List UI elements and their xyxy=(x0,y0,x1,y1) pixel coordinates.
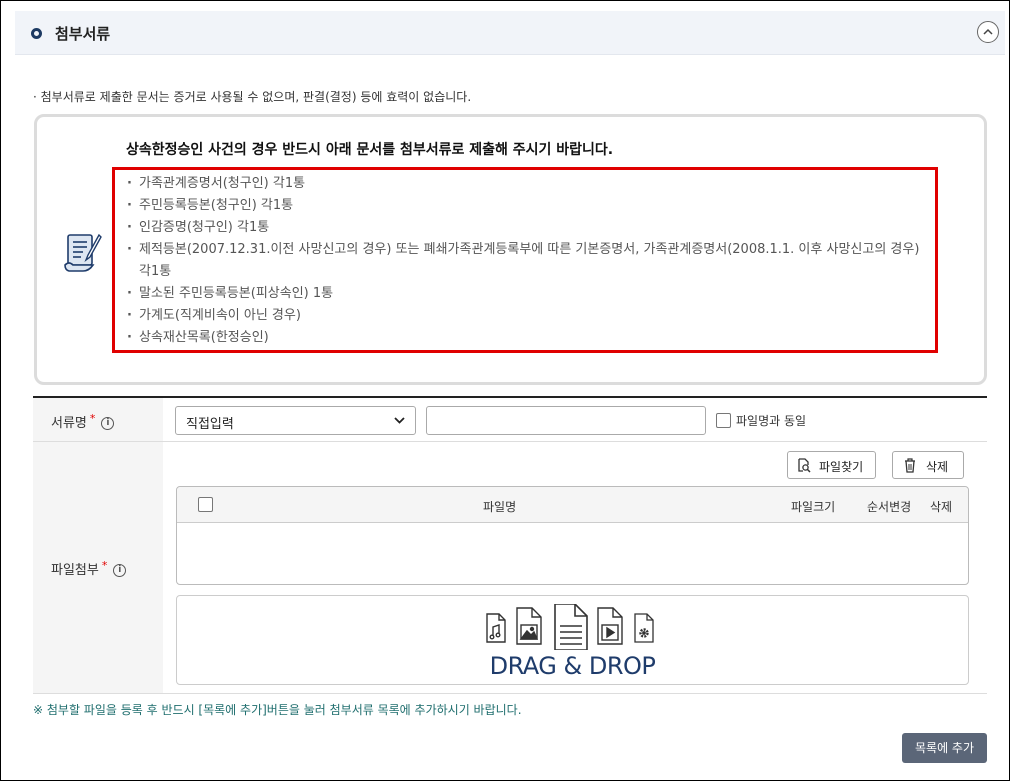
file-table-header: 파일명 파일크기 순서변경 삭제 xyxy=(177,487,968,523)
delete-label: 삭제 xyxy=(926,460,949,474)
attach-label-cell: 파일첨부 * i xyxy=(33,442,163,693)
notice-text-content: 첨부서류로 제출한 문서는 증거로 사용될 수 없으며, 판결(결정) 등에 효… xyxy=(40,90,472,104)
circle-bullet-icon xyxy=(31,28,42,39)
chevron-up-icon xyxy=(983,28,993,35)
file-attach-row: 파일첨부 * i 파일찾기 삭제 파일명 파일크기 순서변경 삭제 DRAG &… xyxy=(33,442,987,694)
find-file-button[interactable]: 파일찾기 xyxy=(787,451,876,479)
doc-name-row: 서류명 * i 직접입력 파일명과 동일 xyxy=(33,398,987,442)
doc-name-label-text: 서류명 xyxy=(51,416,87,431)
settings-file-icon xyxy=(634,613,654,643)
info-box: 상속한정승인 사건의 경우 반드시 아래 문서를 첨부서류로 제출해 주시기 바… xyxy=(34,114,987,385)
info-icon[interactable]: i xyxy=(113,564,127,577)
attach-label-text: 파일첨부 xyxy=(51,563,99,578)
info-icon[interactable]: i xyxy=(101,417,115,430)
file-types-icons xyxy=(486,604,654,650)
col-delete: 삭제 xyxy=(930,500,953,514)
page-frame: 첨부서류 · 첨부서류로 제출한 문서는 증거로 사용될 수 없으며, 판결(결… xyxy=(0,0,1010,781)
audio-file-icon xyxy=(486,613,506,643)
list-item: 가족관계증명서(청구인) 각1통 xyxy=(125,173,925,195)
image-file-icon xyxy=(516,607,542,645)
list-item: 인감증명(청구인) 각1통 xyxy=(125,217,925,239)
required-docs-highlight: 가족관계증명서(청구인) 각1통 주민등록등본(청구인) 각1통 인감증명(청구… xyxy=(112,167,938,353)
doc-name-input[interactable] xyxy=(426,406,706,435)
same-as-file-label: 파일명과 동일 xyxy=(736,414,807,428)
required-mark: * xyxy=(101,559,108,572)
attach-label: 파일첨부 * i xyxy=(51,559,127,578)
doc-name-label: 서류명 * i xyxy=(51,412,115,431)
drag-drop-zone[interactable]: DRAG & DROP xyxy=(176,595,969,685)
list-item: 제적등본(2007.12.31.이전 사망신고의 경우) 또는 폐쇄가족관계등록… xyxy=(125,239,925,283)
collapse-button[interactable] xyxy=(977,21,999,43)
info-title: 상속한정승인 사건의 경우 반드시 아래 문서를 첨부서류로 제출해 주시기 바… xyxy=(126,142,614,158)
add-to-list-button[interactable]: 목록에 추가 xyxy=(902,733,987,763)
required-mark: * xyxy=(89,412,96,425)
bottom-note: ※ 첨부할 파일을 등록 후 반드시 [목록에 추가]버튼을 눌러 첨부서류 목… xyxy=(33,703,522,717)
same-as-file-checkbox[interactable] xyxy=(716,413,731,428)
list-item: 말소된 주민등록등본(피상속인) 1통 xyxy=(125,283,925,305)
chevron-down-icon xyxy=(394,417,405,424)
notice-text: · 첨부서류로 제출한 문서는 증거로 사용될 수 없으며, 판결(결정) 등에… xyxy=(33,90,472,104)
list-item: 상속재산목록(한정승인) xyxy=(125,327,925,349)
drag-drop-text: DRAG & DROP xyxy=(489,652,656,680)
video-file-icon xyxy=(597,607,623,645)
trash-icon xyxy=(905,458,915,473)
list-item: 가계도(직계비속이 아닌 경우) xyxy=(125,305,925,327)
col-order: 순서변경 xyxy=(867,500,912,514)
list-item: 주민등록등본(청구인) 각1통 xyxy=(125,195,925,217)
select-all-checkbox[interactable] xyxy=(198,497,213,512)
col-filename: 파일명 xyxy=(483,500,517,514)
doc-name-select[interactable]: 직접입력 xyxy=(175,406,416,435)
delete-button[interactable]: 삭제 xyxy=(892,451,964,479)
select-value: 직접입력 xyxy=(186,417,234,432)
document-pen-icon xyxy=(64,233,102,272)
section-title: 첨부서류 xyxy=(55,25,111,43)
doc-name-label-cell: 서류명 * i xyxy=(33,398,163,441)
file-table: 파일명 파일크기 순서변경 삭제 xyxy=(176,486,969,585)
file-search-icon xyxy=(798,458,811,473)
col-filesize: 파일크기 xyxy=(791,500,836,514)
required-docs-list: 가족관계증명서(청구인) 각1통 주민등록등본(청구인) 각1통 인감증명(청구… xyxy=(125,173,925,349)
find-file-label: 파일찾기 xyxy=(819,460,864,474)
section-header: 첨부서류 xyxy=(15,11,1005,55)
document-file-icon xyxy=(554,604,588,650)
